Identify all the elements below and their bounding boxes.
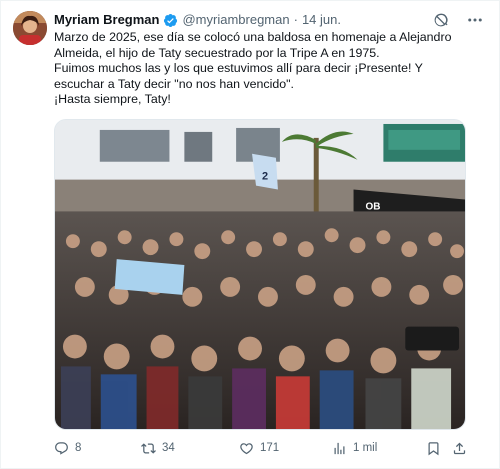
grok-icon[interactable] [431, 10, 451, 30]
tweet-line: escuchar a Taty decir "no nos han vencid… [54, 76, 295, 91]
share-button[interactable] [452, 441, 467, 456]
views-button[interactable]: 1 mil [332, 441, 377, 456]
tweet-card: Myriam Bregman @myriambregman · 14 jun. … [0, 0, 500, 469]
tweet-date[interactable]: 14 jun. [302, 11, 341, 29]
tweet-line: Marzo de 2025, ese día se colocó una bal… [54, 30, 452, 44]
separator-dot: · [293, 12, 298, 27]
tweet-top-actions [431, 10, 485, 30]
reply-icon [55, 441, 68, 455]
like-button[interactable]: 171 [239, 441, 279, 456]
heart-icon [240, 442, 253, 454]
bookmark-button[interactable] [426, 441, 441, 456]
banner-text: OB [365, 201, 380, 212]
tweet-photo[interactable]: 2 OB [54, 119, 466, 430]
tweet-header: Myriam Bregman @myriambregman · 14 jun. [54, 11, 341, 29]
retweet-count: 34 [162, 442, 175, 454]
more-icon[interactable] [465, 10, 485, 30]
avatar-image [13, 11, 47, 45]
bookmark-icon [428, 441, 439, 455]
retweet-icon [141, 442, 156, 454]
views-count: 1 mil [353, 442, 378, 454]
tweet-line: ¡Hasta siempre, Taty! [54, 92, 171, 107]
author-handle[interactable]: @myriambregman [182, 11, 289, 29]
crowd-photo: 2 OB [55, 120, 465, 429]
tweet-actions-bar: 8 34 171 1 mil [54, 438, 466, 458]
like-count: 171 [260, 442, 280, 454]
avatar[interactable] [13, 11, 47, 45]
retweet-button[interactable]: 34 [141, 441, 175, 456]
tweet-text: Marzo de 2025, ese día se colocó una bal… [54, 30, 474, 108]
author-name[interactable]: Myriam Bregman [54, 11, 159, 29]
tweet-line: Almeida, el hijo de Taty secuestrado por… [54, 45, 380, 60]
tweet-line: Fuimos muchos las y los que estuvimos al… [54, 61, 423, 76]
share-icon [453, 442, 466, 454]
views-icon [334, 442, 345, 454]
reply-count: 8 [75, 442, 82, 454]
verified-badge-icon [163, 13, 178, 28]
reply-button[interactable]: 8 [54, 441, 81, 456]
flag-text: 2 [262, 171, 268, 183]
